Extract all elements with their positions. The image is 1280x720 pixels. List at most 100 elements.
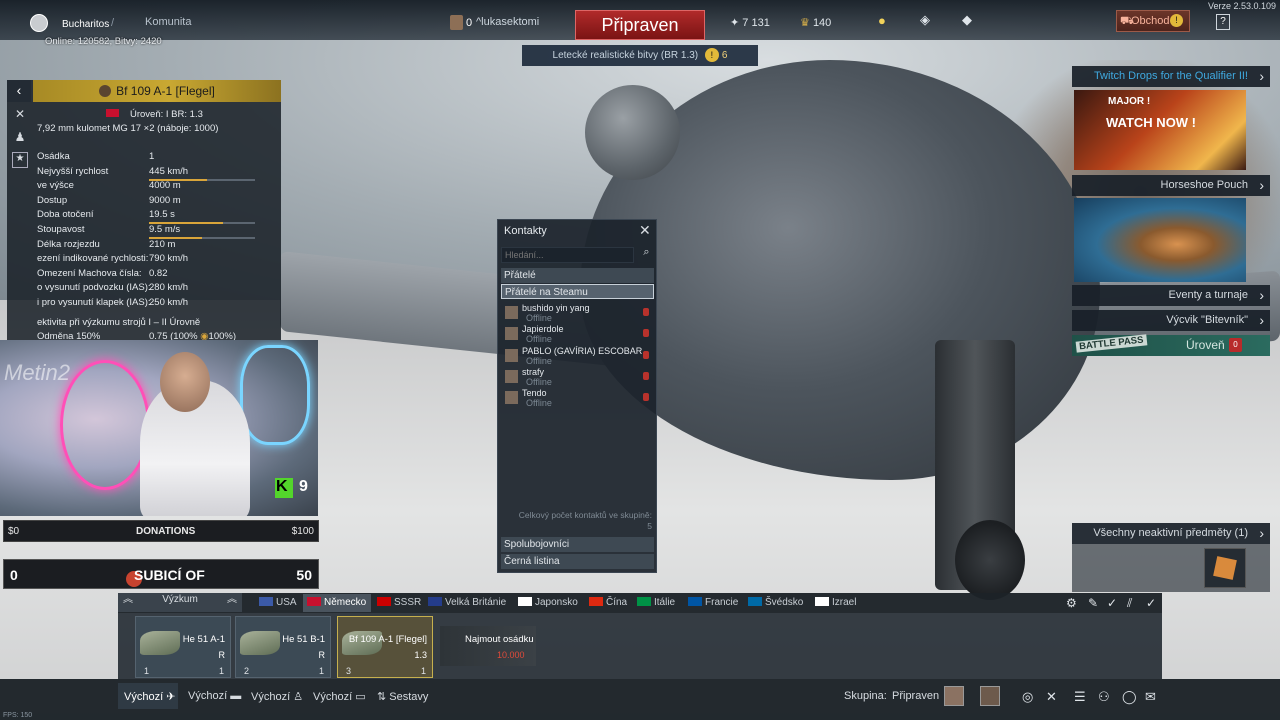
shop-button[interactable]: ⛟ Obchod ! xyxy=(1116,10,1190,32)
contact-avatar xyxy=(505,369,518,383)
group-friends[interactable]: Přátelé xyxy=(501,268,654,283)
contact-name: strafy xyxy=(522,366,545,377)
nation-flag-icon xyxy=(637,597,651,606)
nation-tab[interactable]: Švédsko xyxy=(748,597,803,608)
chat-icon[interactable]: ◯ xyxy=(1122,689,1137,705)
leave-squad-icon[interactable]: ✕ xyxy=(1046,689,1057,705)
nation-tab[interactable]: Velká Británie xyxy=(428,597,506,608)
close-icon[interactable]: ✕ xyxy=(639,222,651,239)
contacts-total-value: 5 xyxy=(647,521,652,531)
squad-count: 0 xyxy=(466,17,473,29)
favorite-star-icon[interactable]: ★ xyxy=(12,152,28,168)
presets-button[interactable]: ⇅ Sestavy xyxy=(377,690,428,703)
squad-member-avatar[interactable] xyxy=(980,686,1000,706)
alert-icon: ! xyxy=(704,48,719,62)
contact-item[interactable]: PABLO (GAVÍRIA) ESCOBAR Offline xyxy=(503,346,654,367)
lightbulb-icon[interactable]: ● xyxy=(878,13,886,28)
nation-label: Izrael xyxy=(832,597,857,608)
back-button[interactable]: ‹ xyxy=(7,80,31,102)
preset-naval[interactable]: Výchozí ▭ xyxy=(313,690,366,703)
platform-icon xyxy=(643,308,649,316)
cart-icon: ⛟ xyxy=(1120,15,1134,27)
voice-chat-icon[interactable]: ◎ xyxy=(1022,689,1033,705)
silver-lions-icon: ✦ xyxy=(730,17,740,29)
nation-tab[interactable]: SSSR xyxy=(377,597,421,608)
check-all-icon[interactable]: ✓ xyxy=(1146,596,1156,610)
contact-avatar xyxy=(505,391,518,405)
preset-heli[interactable]: Výchozí ♙ xyxy=(251,690,303,703)
nation-label: USA xyxy=(276,597,297,608)
repair-all-icon[interactable]: ⫽ xyxy=(1127,596,1132,611)
ready-button[interactable]: Připraven xyxy=(575,10,705,40)
twitch-drops-link[interactable]: Twitch Drops for the Qualifier II! › xyxy=(1072,66,1270,87)
contact-name: Tendo xyxy=(522,388,547,399)
hire-crew-slot[interactable]: Najmout osádku 10.000 xyxy=(440,626,536,666)
golden-eagles-display[interactable]: ♛ 140 xyxy=(800,16,831,29)
horseshoe-pouch-banner[interactable] xyxy=(1074,198,1246,282)
streamer-head xyxy=(160,352,210,412)
nation-tab[interactable]: Francie xyxy=(688,597,738,608)
horseshoe-pouch-link[interactable]: Horseshoe Pouch › xyxy=(1072,175,1270,196)
nation-tab[interactable]: Čína xyxy=(589,597,627,608)
squad-member-label: lukasektomi xyxy=(481,16,540,28)
contact-item[interactable]: Tendo Offline xyxy=(503,388,654,409)
squad-member-avatar-icon[interactable] xyxy=(450,15,463,30)
crew-icon[interactable]: ♟ xyxy=(12,130,28,146)
nation-tab[interactable]: Japonsko xyxy=(518,597,578,608)
help-button[interactable]: ? xyxy=(1216,14,1230,30)
mail-icon[interactable]: ✉ xyxy=(1145,689,1156,705)
tank-icon: ▬ xyxy=(230,690,242,702)
preset-ground[interactable]: Výchozí ▬ xyxy=(188,690,241,702)
contact-item[interactable]: Japierdole Offline xyxy=(503,324,654,345)
community-link[interactable]: Komunita xyxy=(145,16,191,28)
nation-tab[interactable]: Izrael xyxy=(815,597,856,608)
stat-label: Doba otočení xyxy=(37,209,94,221)
game-mode-selector[interactable]: Letecké realistické bitvy (BR 1.3) ! 6 xyxy=(522,45,758,66)
group-squadmates[interactable]: Spolubojovníci xyxy=(501,537,654,552)
vehicle-slot[interactable]: He 51 A-1 R 1 1 xyxy=(135,616,231,678)
medal-icon[interactable]: ◈ xyxy=(920,12,930,28)
squad-label: Skupina: xyxy=(844,690,887,702)
friends-icon[interactable]: ⚇ xyxy=(1098,689,1110,705)
preset-label: Výchozí xyxy=(313,691,353,703)
contact-item[interactable]: bushido yin yang Offline xyxy=(503,303,654,324)
preset-fighter[interactable]: Výchozí ✈ xyxy=(124,690,175,703)
shop-label: Obchod xyxy=(1131,15,1170,27)
training-link[interactable]: Výcvik "Bitevník" › xyxy=(1072,310,1270,331)
squad-member-name[interactable]: ^lukasektomi xyxy=(476,16,539,28)
contacts-window: Kontakty ✕ ⌕ Přátelé Přátelé na Steamu b… xyxy=(497,219,657,573)
nation-tab[interactable]: Itálie xyxy=(637,597,675,608)
events-link[interactable]: Eventy a turnaje › xyxy=(1072,285,1270,306)
vehicle-slot[interactable]: Bf 109 A-1 [Flegel] 1.3 3 1 xyxy=(337,616,433,678)
nation-flag-icon xyxy=(307,597,321,606)
group-blacklist[interactable]: Černá listina xyxy=(501,554,654,569)
ticket-icon[interactable]: ◆ xyxy=(962,12,972,28)
vehicle-slot[interactable]: He 51 B-1 R 2 1 xyxy=(235,616,331,678)
squad-member-avatar[interactable] xyxy=(944,686,964,706)
nation-tab[interactable]: USA xyxy=(259,597,297,608)
nation-tab[interactable]: Německo xyxy=(307,597,366,608)
battle-pass-button[interactable]: BATTLE PASS Úroveň 0 xyxy=(1072,334,1270,356)
player-username[interactable]: Bucharitos xyxy=(62,19,109,30)
contacts-search-input[interactable] xyxy=(501,247,634,263)
crew-number: 1 xyxy=(144,666,150,676)
platform-icon xyxy=(643,350,649,359)
settings-gear-icon[interactable]: ⚙ xyxy=(1066,596,1077,610)
wrench-icon[interactable]: ✎ xyxy=(1088,596,1098,610)
inactive-item-slot[interactable] xyxy=(1204,548,1246,588)
stat-value: 210 m xyxy=(149,238,176,250)
vehicle-slot-name: He 51 B-1 xyxy=(282,634,325,645)
silver-lions-display[interactable]: ✦ 7 131 xyxy=(730,16,770,29)
wrench-icon[interactable]: ✕ xyxy=(12,107,28,123)
subscriber-label: SUBICÍ OF xyxy=(134,567,205,583)
inactive-items-link[interactable]: Všechny neaktivní předměty (1) › xyxy=(1072,523,1270,544)
aircraft-wheel xyxy=(955,520,1025,600)
check-icon[interactable]: ✓ xyxy=(1107,596,1117,610)
search-icon[interactable]: ⌕ xyxy=(638,246,655,263)
major-promo-banner[interactable] xyxy=(1074,90,1246,170)
list-icon[interactable]: ☰ xyxy=(1074,689,1086,705)
group-steam-friends[interactable]: Přátelé na Steamu xyxy=(501,284,654,299)
research-tab[interactable]: ︽ Výzkum ︽ xyxy=(118,593,242,612)
contact-item[interactable]: strafy Offline xyxy=(503,367,654,388)
player-avatar[interactable] xyxy=(30,14,48,32)
